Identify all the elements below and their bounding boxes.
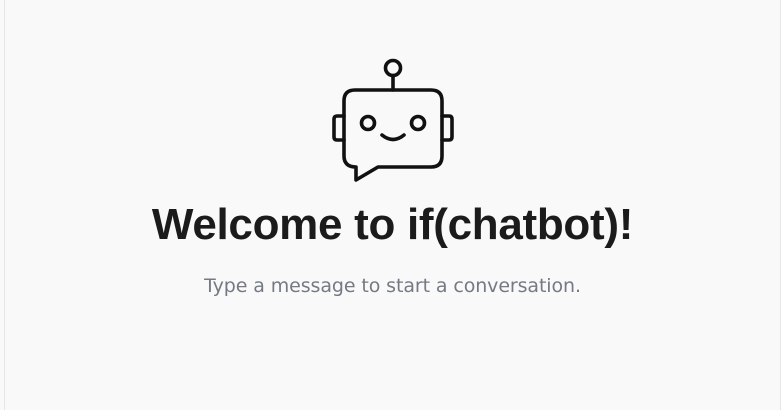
welcome-title: Welcome to if(chatbot)! bbox=[151, 200, 634, 249]
welcome-subtitle: Type a message to start a conversation. bbox=[204, 275, 581, 297]
chat-panel: Welcome to if(chatbot)! Type a message t… bbox=[4, 0, 781, 410]
empty-state: Welcome to if(chatbot)! Type a message t… bbox=[5, 56, 780, 298]
robot-chat-icon bbox=[331, 58, 454, 182]
